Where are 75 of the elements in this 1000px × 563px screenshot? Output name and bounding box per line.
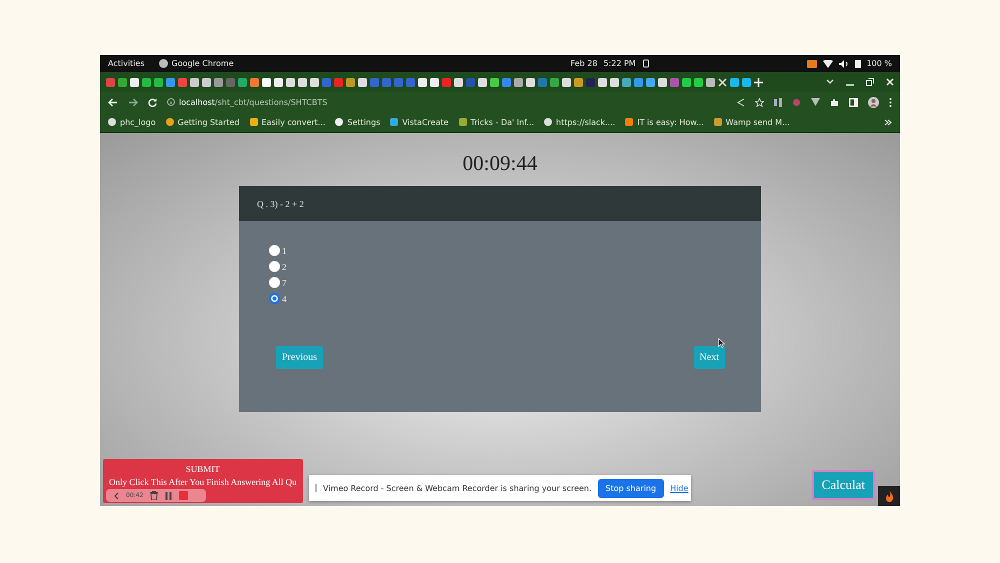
bookmark-icon — [714, 118, 722, 126]
option-label[interactable]: 2 — [282, 262, 286, 272]
radio-button[interactable] — [269, 293, 280, 304]
question-text: Q . 3) - 2 + 2 — [257, 198, 304, 208]
puzzle-icon[interactable] — [830, 98, 839, 106]
bookmark-label: Tricks - Da' Inf... — [470, 118, 534, 126]
bookmark-icon — [390, 118, 398, 126]
radio-button[interactable] — [269, 245, 280, 256]
bookmark-icon — [335, 118, 344, 126]
option-label[interactable]: 4 — [282, 294, 286, 304]
radio-button[interactable] — [269, 261, 280, 272]
bookmark[interactable]: phc_logo — [108, 118, 156, 126]
back-icon[interactable] — [114, 492, 119, 500]
bookmark-label: VistaCreate — [402, 118, 449, 126]
chrome-icon — [158, 59, 168, 68]
menu-icon[interactable] — [889, 98, 892, 106]
radio-button[interactable] — [269, 277, 280, 288]
pause-icon[interactable] — [165, 492, 172, 500]
more-icon[interactable] — [884, 118, 892, 126]
bookmark-icon — [458, 118, 467, 126]
cursor-icon — [718, 338, 725, 348]
avatar-icon[interactable] — [868, 96, 879, 108]
battery-icon[interactable] — [854, 59, 861, 68]
bookmark-label: Wamp send M... — [726, 118, 790, 126]
bookmark-icon — [108, 118, 116, 126]
alarm-icon — [642, 59, 650, 68]
bookmark-icon — [250, 118, 258, 126]
bookmark-label: Getting Started — [178, 118, 240, 126]
wifi-icon[interactable] — [822, 60, 833, 68]
bookmark[interactable]: Tricks - Da' Inf... — [458, 118, 534, 126]
bookmark[interactable]: VistaCreate — [390, 118, 449, 126]
drag-handle[interactable] — [315, 484, 317, 492]
bookmark-icon — [625, 118, 634, 126]
bookmark-icon — [166, 118, 174, 126]
url-text: localhost/sht_cbt/questions/SHTCBTS — [179, 98, 328, 106]
close-icon[interactable] — [718, 78, 727, 86]
flame-icon — [884, 490, 894, 502]
hide-link[interactable]: Hide — [670, 484, 688, 492]
side-panel-icon[interactable] — [849, 98, 858, 106]
bookmark[interactable]: Easily convert... — [250, 118, 326, 126]
reload-icon[interactable] — [148, 98, 157, 106]
bookmark-label: IT is easy: How... — [637, 118, 704, 126]
forward-icon[interactable] — [128, 98, 138, 106]
bookmark[interactable]: https://slack.... — [544, 118, 616, 126]
new-tab-icon[interactable] — [754, 78, 763, 86]
countdown-timer: 00:09:44 — [462, 151, 538, 176]
share-icon[interactable] — [737, 98, 745, 106]
star-icon[interactable] — [755, 98, 764, 106]
activities-button[interactable]: Activities — [108, 59, 144, 68]
restore-icon[interactable] — [866, 78, 874, 86]
option-label[interactable]: 7 — [282, 278, 286, 288]
battery-level: 100 % — [866, 59, 892, 68]
bookmark[interactable]: Settings — [335, 118, 380, 126]
option-label[interactable]: 1 — [282, 246, 286, 256]
stop-sharing-button[interactable]: Stop sharing — [598, 478, 664, 498]
bookmark-label: Easily convert... — [262, 118, 326, 126]
info-icon — [167, 98, 175, 106]
app-badge[interactable] — [878, 486, 900, 506]
bookmark-label: https://slack.... — [556, 118, 616, 126]
extension-icon[interactable] — [774, 98, 782, 106]
date: Feb 28 — [570, 59, 598, 68]
chevron-down-icon[interactable] — [826, 79, 834, 85]
bookmark-label: Settings — [347, 118, 380, 126]
sharing-message: Vimeo Record - Screen & Webcam Recorder is sharing your screen. — [323, 484, 592, 492]
bookmark[interactable]: Wamp send M... — [714, 118, 790, 126]
volume-icon[interactable] — [838, 60, 849, 68]
app-menu: Google Chrome — [158, 58, 234, 68]
trash-icon[interactable] — [150, 491, 158, 500]
bookmark[interactable]: IT is easy: How... — [625, 118, 704, 126]
bookmark-label: phc_logo — [120, 118, 156, 126]
close-icon[interactable] — [886, 78, 894, 86]
bookmark-icon — [544, 118, 552, 126]
extension-icon[interactable] — [811, 98, 820, 106]
bookmark[interactable]: Getting Started — [166, 118, 240, 126]
clock: 5:22 PM — [603, 59, 636, 68]
